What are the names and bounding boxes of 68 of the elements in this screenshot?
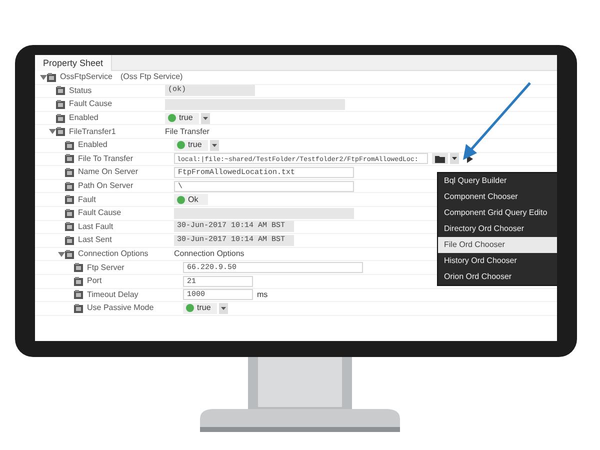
component-icon — [56, 127, 65, 136]
boolean-dropdown[interactable]: true — [183, 302, 217, 314]
component-icon — [74, 263, 83, 272]
property-label: Timeout Delay — [87, 288, 140, 301]
boolean-dropdown[interactable]: true — [174, 140, 208, 151]
dropdown-button[interactable] — [219, 302, 228, 314]
panel-tab[interactable]: Property Sheet — [35, 55, 112, 70]
property-label: Last Sent — [78, 234, 113, 246]
type-label: Connection Options — [174, 248, 244, 260]
menu-item[interactable]: Component Grid Query Edito — [438, 205, 557, 221]
dropdown-button[interactable] — [450, 153, 459, 164]
property-label: Last Fault — [78, 220, 114, 233]
component-icon — [65, 195, 74, 204]
property-label: Fault Cause — [69, 98, 114, 110]
menu-item[interactable]: Bql Query Builder — [438, 173, 557, 189]
caret-icon — [452, 157, 457, 160]
menu-item[interactable]: Orion Ord Chooser — [438, 269, 557, 285]
component-icon — [65, 182, 74, 191]
property-label: Enabled — [69, 112, 100, 124]
component-icon — [74, 304, 83, 313]
menu-item[interactable]: Component Chooser — [438, 189, 557, 205]
type-label: File Transfer — [165, 126, 210, 138]
property-label: Status — [69, 84, 93, 97]
expand-arrow-icon[interactable] — [40, 74, 46, 81]
component-icon — [65, 154, 74, 164]
property-label: Enabled — [78, 139, 108, 152]
dropdown-button[interactable] — [210, 140, 219, 151]
component-icon — [65, 222, 74, 232]
property-label: Use Passive Mode — [87, 302, 155, 314]
dropdown-button[interactable] — [201, 112, 210, 124]
value-text: true — [188, 139, 202, 152]
value-text: Ok — [188, 194, 198, 206]
property-label: File To Transfer — [78, 152, 134, 165]
value-text: true — [197, 302, 211, 314]
component-icon — [56, 100, 65, 109]
component-icon — [65, 168, 74, 177]
property-label: Ftp Server — [87, 262, 126, 274]
expand-arrow-icon[interactable] — [48, 128, 56, 136]
menu-item[interactable]: History Ord Chooser — [438, 253, 557, 269]
boolean-dropdown[interactable]: true — [165, 112, 199, 124]
property-label: Path On Server — [78, 180, 134, 192]
property-label: Name On Server — [78, 166, 140, 178]
component-icon — [47, 72, 56, 82]
component-icon — [74, 276, 83, 286]
value-text: true — [179, 112, 193, 124]
unit-label: ms — [257, 288, 268, 301]
property-label: Port — [87, 275, 103, 288]
caret-icon — [212, 144, 217, 147]
caret-icon — [221, 306, 226, 310]
component-icon — [56, 86, 65, 96]
expand-arrow-icon[interactable] — [58, 250, 64, 258]
folder-icon — [435, 154, 445, 163]
component-icon — [74, 290, 83, 300]
caret-icon — [203, 116, 208, 120]
component-icon — [65, 208, 74, 218]
property-label: FileTransfer1 — [69, 126, 117, 138]
property-label: OssFtpService — [60, 71, 112, 84]
component-icon — [56, 114, 65, 123]
property-label: Connection Options — [78, 248, 150, 260]
type-label: (Oss Ftp Service) — [120, 71, 183, 84]
component-icon — [65, 140, 74, 150]
property-label: Fault — [78, 194, 97, 206]
component-icon — [65, 236, 74, 245]
menu-item[interactable]: File Ord Chooser — [438, 237, 557, 253]
component-icon — [65, 250, 74, 259]
property-label: Fault Cause — [78, 207, 122, 220]
folder-button[interactable] — [432, 153, 448, 164]
menu-item[interactable]: Directory Ord Chooser — [438, 221, 557, 237]
